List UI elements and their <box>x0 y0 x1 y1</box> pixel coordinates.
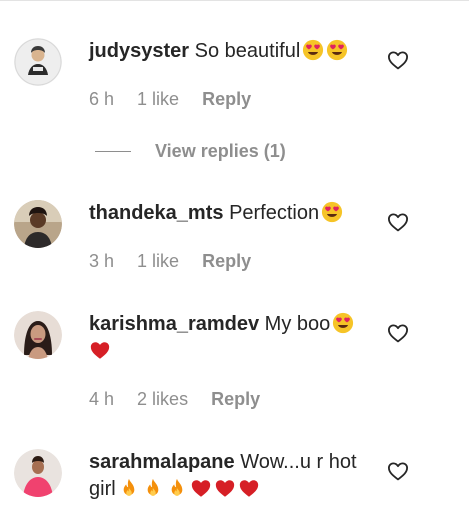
fire-emoji <box>118 477 140 499</box>
comment-time: 4 h <box>89 389 115 409</box>
comment-text: sarahmalapane Wow...u r hot girl <box>89 449 379 503</box>
view-replies-dash <box>95 151 131 152</box>
comment-time: 6 h <box>89 89 115 109</box>
comment-likes[interactable]: 1 like <box>137 89 179 109</box>
comment-meta: 4 h 2 likes Reply <box>89 387 379 411</box>
heart-eyes-emoji <box>326 39 348 61</box>
avatar[interactable] <box>14 449 62 497</box>
fire-emoji <box>142 477 164 499</box>
comment-meta: 6 h 1 like Reply <box>89 87 379 111</box>
like-heart-outline-icon[interactable] <box>387 50 409 70</box>
like-heart-outline-icon[interactable] <box>387 461 409 481</box>
red-heart-emoji <box>214 477 236 499</box>
heart-eyes-emoji <box>321 201 343 223</box>
avatar[interactable] <box>14 200 62 248</box>
top-divider <box>0 0 469 1</box>
red-heart-emoji <box>238 477 260 499</box>
comment-body: My boo <box>264 313 331 335</box>
red-heart-emoji <box>89 339 111 361</box>
comment-username[interactable]: sarahmalapane <box>89 451 235 473</box>
fire-emoji <box>166 477 188 499</box>
avatar[interactable] <box>14 38 62 86</box>
comment-time: 3 h <box>89 251 115 271</box>
reply-button[interactable]: Reply <box>202 89 251 109</box>
comment-text: judysyster So beautiful <box>89 38 379 65</box>
reply-button[interactable]: Reply <box>211 389 260 409</box>
comment-body: Perfection <box>229 202 320 224</box>
comment-username[interactable]: karishma_ramdev <box>89 313 259 335</box>
heart-eyes-emoji <box>302 39 324 61</box>
view-replies-label[interactable]: View replies (1) <box>155 139 286 163</box>
comment-likes[interactable]: 2 likes <box>137 389 188 409</box>
comment-text: thandeka_mts Perfection <box>89 200 379 227</box>
comment-username[interactable]: judysyster <box>89 40 189 62</box>
like-heart-outline-icon[interactable] <box>387 212 409 232</box>
reply-button[interactable]: Reply <box>202 251 251 271</box>
comment-likes[interactable]: 1 like <box>137 251 179 271</box>
avatar[interactable] <box>14 311 62 359</box>
comment-meta: 3 h 1 like Reply <box>89 249 379 273</box>
red-heart-emoji <box>190 477 212 499</box>
like-heart-outline-icon[interactable] <box>387 323 409 343</box>
comment-username[interactable]: thandeka_mts <box>89 202 224 224</box>
comment-body: So beautiful <box>194 40 301 62</box>
heart-eyes-emoji <box>332 312 354 334</box>
comment-text: karishma_ramdev My boo <box>89 311 379 365</box>
